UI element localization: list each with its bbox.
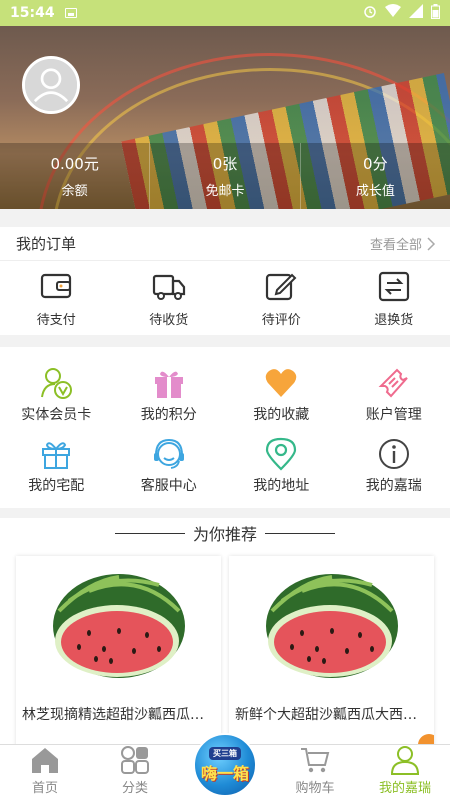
recommend-header: 为你推荐 [0, 518, 450, 548]
stat-label: 余额 [61, 184, 88, 199]
stat-value: 0.00元 [50, 155, 99, 173]
service-my-favorites[interactable]: 我的收藏 [225, 359, 338, 431]
bottom-tab-bar: 首页 分类 买三箱 嗨一箱 购物车 我的嘉瑞 [0, 733, 450, 800]
ticket-icon [378, 368, 408, 398]
order-label: 待支付 [36, 312, 76, 328]
stat-label: 免邮卡 [205, 184, 245, 199]
tab-category[interactable]: 分类 [90, 745, 180, 800]
tab-label: 我的嘉瑞 [378, 781, 431, 796]
heart-icon [265, 368, 297, 397]
promo-icon: 买三箱 嗨一箱 [193, 733, 257, 797]
location-icon [266, 438, 297, 471]
service-label: 实体会员卡 [21, 406, 92, 423]
service-label: 我的积分 [140, 406, 197, 423]
alarm-icon [363, 4, 377, 22]
service-account-management[interactable]: 账户管理 [338, 359, 450, 431]
service-my-address[interactable]: 我的地址 [225, 431, 338, 503]
watermelon-image [52, 574, 185, 678]
wallet-icon [41, 273, 72, 298]
order-label: 待评价 [261, 312, 301, 328]
wifi-icon [385, 4, 401, 22]
product-image [229, 556, 434, 696]
watermelon-image [265, 574, 398, 678]
service-my-jiarui[interactable]: 我的嘉瑞 [338, 431, 450, 503]
edit-icon [266, 273, 297, 300]
exchange-icon [378, 271, 409, 301]
status-bar: 15:44 [0, 0, 450, 26]
tab-cart[interactable]: 购物车 [270, 745, 360, 800]
order-pending-payment[interactable]: 待支付 [0, 261, 113, 335]
delivery-box-icon [42, 442, 71, 470]
stat-value: 0分 [363, 155, 388, 173]
tab-home[interactable]: 首页 [0, 745, 90, 800]
tab-label: 首页 [31, 781, 58, 796]
home-icon [32, 748, 58, 773]
stat-growth-points[interactable]: 0分 成长值 [301, 143, 450, 209]
recommend-products: 林芝现摘精选超甜沙瓤西瓜新鲜水果 新鲜个大超甜沙瓤西瓜大西瓜包邮 [0, 548, 450, 748]
service-label: 我的宅配 [28, 478, 85, 495]
tab-my-jiarui[interactable]: 我的嘉瑞 [360, 745, 450, 800]
orders-header: 我的订单 查看全部 [0, 227, 450, 261]
order-label: 待收货 [149, 312, 189, 328]
category-icon [121, 746, 149, 774]
divider [265, 532, 335, 534]
services-grid: 实体会员卡 我的积分 我的收藏 账户管理 我的宅配 客服中心 我的地址 我的嘉瑞 [0, 347, 450, 508]
profile-header: 0.00元 余额 0张 免邮卡 0分 成长值 [0, 26, 450, 209]
product-card[interactable]: 新鲜个大超甜沙瓤西瓜大西瓜包邮 [229, 556, 434, 748]
service-customer-center[interactable]: 客服中心 [113, 431, 226, 503]
order-pending-receipt[interactable]: 待收货 [113, 261, 226, 335]
gift-icon [154, 371, 183, 398]
stat-value: 0张 [212, 155, 238, 173]
service-home-delivery[interactable]: 我的宅配 [0, 431, 113, 503]
tab-label: 购物车 [295, 781, 335, 796]
order-label: 退换货 [374, 312, 414, 328]
default-avatar-icon [25, 59, 77, 111]
product-name: 林芝现摘精选超甜沙瓤西瓜新鲜水果 [22, 707, 221, 723]
headset-icon [153, 439, 184, 470]
stat-label: 成长值 [355, 184, 395, 199]
status-time: 15:44 [10, 5, 55, 21]
orders-title: 我的订单 [16, 235, 77, 253]
image-notification-icon [64, 8, 77, 18]
avatar[interactable] [22, 56, 80, 114]
cart-icon [301, 748, 330, 773]
order-pending-review[interactable]: 待评价 [225, 261, 338, 335]
signal-icon [409, 4, 423, 22]
service-label: 客服中心 [140, 478, 197, 495]
member-card-icon [41, 367, 73, 399]
recommend-title: 为你推荐 [192, 525, 257, 544]
profile-icon [390, 746, 420, 775]
truck-icon [152, 274, 185, 300]
service-label: 我的收藏 [253, 406, 310, 423]
product-card[interactable]: 林芝现摘精选超甜沙瓤西瓜新鲜水果 [16, 556, 221, 748]
view-all-label: 查看全部 [369, 238, 422, 253]
product-image [16, 556, 221, 696]
promo-top-text: 买三箱 [209, 746, 241, 760]
divider [114, 532, 185, 534]
service-label: 我的地址 [253, 478, 310, 495]
chevron-right-icon [427, 236, 436, 251]
battery-icon [431, 3, 440, 23]
product-name: 新鲜个大超甜沙瓤西瓜大西瓜包邮 [235, 707, 434, 723]
service-my-points[interactable]: 我的积分 [113, 359, 226, 431]
stat-free-shipping-card[interactable]: 0张 免邮卡 [150, 143, 301, 209]
service-member-card[interactable]: 实体会员卡 [0, 359, 113, 431]
order-returns[interactable]: 退换货 [338, 261, 450, 335]
my-orders-section: 我的订单 查看全部 待支付 待收货 待评价 退换货 [0, 227, 450, 335]
info-icon [378, 439, 409, 470]
tab-label: 分类 [121, 781, 148, 796]
service-label: 我的嘉瑞 [365, 478, 422, 495]
service-label: 账户管理 [365, 406, 422, 423]
tab-promo[interactable]: 买三箱 嗨一箱 [180, 733, 270, 800]
view-all-orders-link[interactable]: 查看全部 [370, 234, 436, 253]
account-stats: 0.00元 余额 0张 免邮卡 0分 成长值 [0, 143, 450, 209]
promo-main-text: 嗨一箱 [200, 763, 249, 783]
stat-balance[interactable]: 0.00元 余额 [0, 143, 151, 209]
